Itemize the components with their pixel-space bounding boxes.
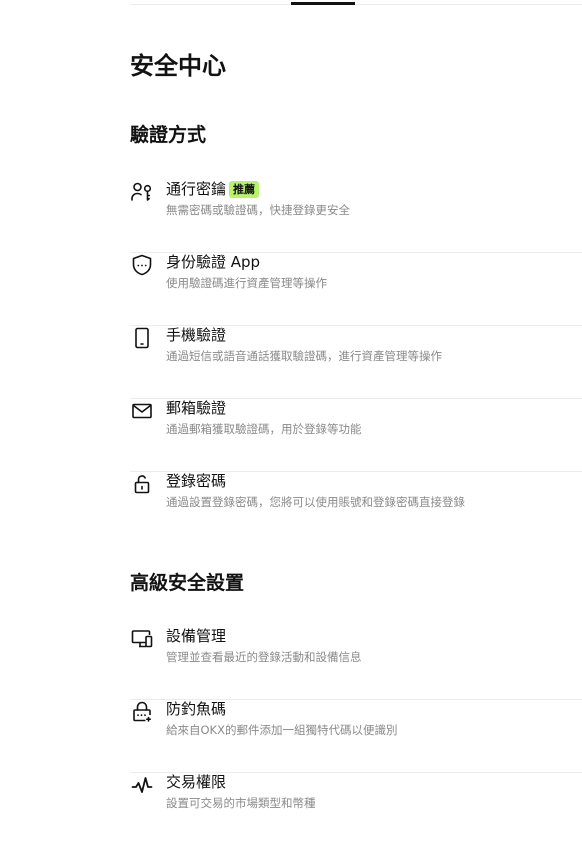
verification-item-email[interactable]: 郵箱驗證 通過郵箱獲取驗證碼，用於登錄等功能 [130,399,582,472]
advanced-item-anti-phishing[interactable]: 防釣魚碼 給來自OKX的郵件添加一組獨特代碼以便識別 [130,700,582,773]
item-text: 身份驗證 App 使用驗證碼進行資產管理等操作 [166,253,582,290]
item-description: 無需密碼或驗證碼，快捷登錄更安全 [166,203,350,217]
tab-underline-track [130,4,582,5]
page-title: 安全中心 [130,52,226,80]
item-title: 登錄密碼 [166,472,227,490]
section-title-verification: 驗證方式 [130,124,207,146]
phone-icon [130,326,154,350]
verification-item-phone[interactable]: 手機驗證 通過短信或語音通話獲取驗證碼，進行資產管理等操作 [130,326,582,399]
item-title: 通行密鑰 [166,180,227,198]
item-text: 通行密鑰 推薦 無需密碼或驗證碼，快捷登錄更安全 [166,180,582,217]
item-text: 防釣魚碼 給來自OKX的郵件添加一組獨特代碼以便識別 [166,700,582,737]
anti-phishing-icon [130,700,154,724]
item-description: 設置可交易的市場類型和幣種 [166,796,316,810]
advanced-settings-list: 設備管理 管理並查看最近的登錄活動和設備信息 防釣魚碼 給來自OKX的郵件添加一… [130,627,582,846]
advanced-item-device-management[interactable]: 設備管理 管理並查看最近的登錄活動和設備信息 [130,627,582,700]
advanced-item-trading-permissions[interactable]: 交易權限 設置可交易的市場類型和幣種 [130,773,582,846]
item-title: 郵箱驗證 [166,399,227,417]
authenticator-shield-icon [130,253,154,277]
item-text: 交易權限 設置可交易的市場類型和幣種 [166,773,582,810]
item-description: 使用驗證碼進行資產管理等操作 [166,276,327,290]
item-text: 郵箱驗證 通過郵箱獲取驗證碼，用於登錄等功能 [166,399,582,436]
verification-item-passkey[interactable]: 通行密鑰 推薦 無需密碼或驗證碼，快捷登錄更安全 [130,180,582,253]
item-description: 給來自OKX的郵件添加一組獨特代碼以便識別 [166,723,398,737]
email-icon [130,399,154,423]
item-text: 設備管理 管理並查看最近的登錄活動和設備信息 [166,627,582,664]
trading-pulse-icon [130,773,154,797]
item-title: 身份驗證 App [166,253,261,271]
item-text: 手機驗證 通過短信或語音通話獲取驗證碼，進行資產管理等操作 [166,326,582,363]
device-icon [130,627,154,651]
passkey-icon [130,180,154,204]
verification-item-login-password[interactable]: 登錄密碼 通過設置登錄密碼，您將可以使用賬號和登錄密碼直接登錄 [130,472,582,545]
recommended-badge: 推薦 [229,181,260,198]
item-description: 通過短信或語音通話獲取驗證碼，進行資產管理等操作 [166,349,442,363]
lock-icon [130,472,154,496]
item-title: 防釣魚碼 [166,700,227,718]
item-text: 登錄密碼 通過設置登錄密碼，您將可以使用賬號和登錄密碼直接登錄 [166,472,582,509]
section-title-advanced: 高級安全設置 [130,572,245,594]
item-title: 設備管理 [166,627,227,645]
verification-item-authenticator[interactable]: 身份驗證 App 使用驗證碼進行資產管理等操作 [130,253,582,326]
active-tab-indicator [291,2,355,5]
verification-methods-list: 通行密鑰 推薦 無需密碼或驗證碼，快捷登錄更安全 身份驗證 App 使用驗證碼進行… [130,180,582,545]
item-description: 通過設置登錄密碼，您將可以使用賬號和登錄密碼直接登錄 [166,495,465,509]
item-title: 手機驗證 [166,326,227,344]
item-description: 管理並查看最近的登錄活動和設備信息 [166,650,362,664]
item-description: 通過郵箱獲取驗證碼，用於登錄等功能 [166,422,362,436]
item-title: 交易權限 [166,773,227,791]
